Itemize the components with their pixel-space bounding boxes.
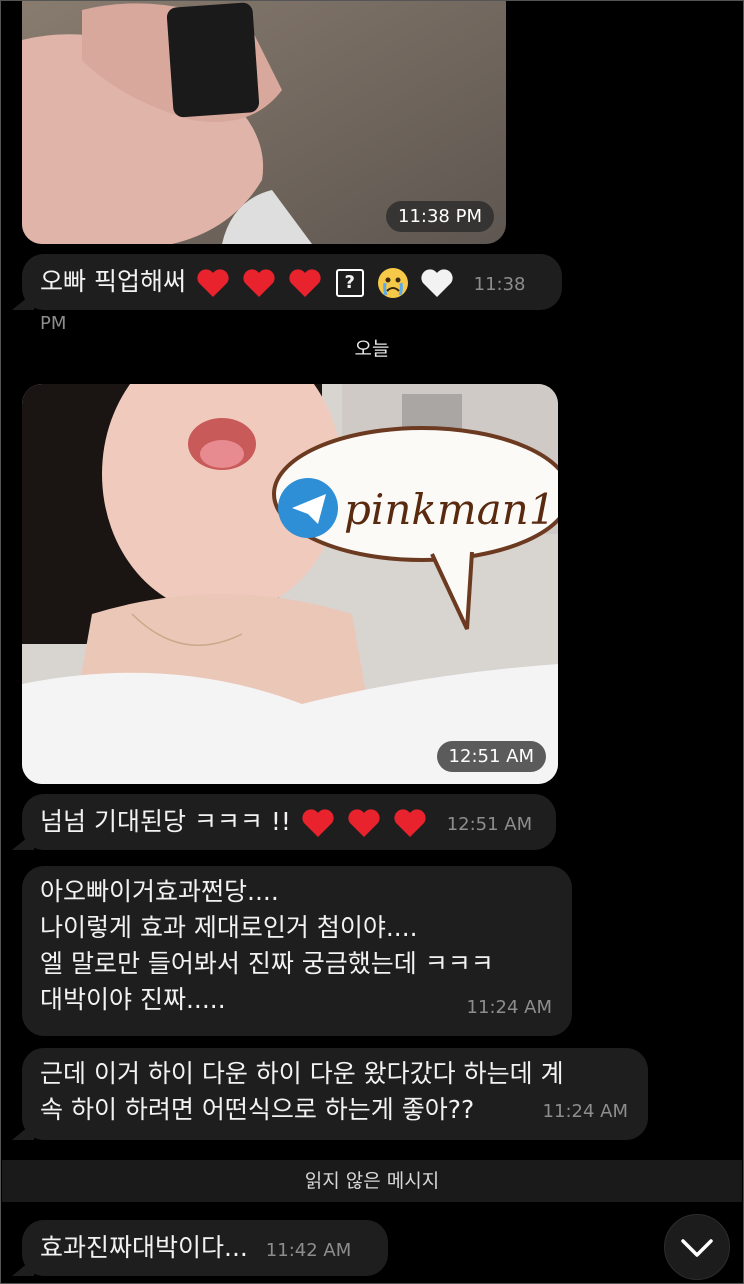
message-4-line-2: 속 하이 하려면 어떤식으로 하는게 좋아?? — [40, 1095, 475, 1124]
message-4-line-1: 근데 이거 하이 다운 하이 다운 왔다갔다 하는데 계 — [40, 1059, 564, 1088]
bubble-tail — [12, 292, 34, 310]
message-2-time: 12:51 AM — [446, 814, 533, 835]
message-5-text: 효과진짜대박이다... — [40, 1233, 248, 1262]
unread-messages-divider: 읽지 않은 메시지 — [2, 1160, 742, 1202]
red-heart-icon — [394, 809, 426, 837]
photo-2-time: 12:51 AM — [436, 741, 546, 772]
bubble-tail — [12, 1258, 34, 1276]
bubble-tail — [12, 1122, 34, 1140]
message-3-line-3: 엘 말로만 들어봐서 진짜 궁금했는데 ㅋㅋㅋ — [40, 949, 494, 978]
red-heart-icon — [289, 269, 321, 297]
message-3-line-2: 나이렇게 효과 제대로인거 첨이야.... — [40, 913, 418, 942]
message-bubble-1[interactable]: 오빠 픽업해써 ? 11:38 PM — [12, 254, 562, 334]
message-bubble-4[interactable]: 근데 이거 하이 다운 하이 다운 왔다갔다 하는데 계 속 하이 하려면 어떤… — [12, 1048, 648, 1140]
message-bubble-5[interactable]: 효과진짜대박이다... 11:42 AM — [12, 1220, 388, 1276]
photo-1-time: 11:38 PM — [386, 201, 494, 232]
message-3-line-1: 아오빠이거효과쩐당.... — [40, 877, 279, 906]
photo-2-image: pinkman114 — [22, 384, 558, 784]
white-heart-icon — [421, 269, 453, 297]
message-3-time: 11:24 AM — [466, 997, 552, 1018]
day-separator: 오늘 — [354, 338, 390, 360]
message-bubble-3[interactable]: 아오빠이거효과쩐당.... 나이렇게 효과 제대로인거 첨이야.... 엘 말로… — [22, 866, 572, 1036]
scroll-to-bottom-button[interactable] — [664, 1214, 730, 1280]
question-box-icon: ? — [335, 269, 364, 297]
message-bubble-2[interactable]: 넘넘 기대된당 ㅋㅋㅋ !! 12:51 AM — [12, 794, 556, 850]
photo-message-1[interactable]: 11:38 PM — [22, 0, 506, 244]
red-heart-icon — [302, 809, 334, 837]
message-2-text: 넘넘 기대된당 ㅋㅋㅋ !! — [40, 807, 291, 836]
crying-face-icon — [377, 268, 408, 298]
red-heart-icon — [243, 269, 275, 297]
red-heart-icon — [348, 809, 380, 837]
bubble-tail — [12, 832, 34, 850]
message-5-time: 11:42 AM — [265, 1240, 352, 1261]
chevron-down-icon — [681, 1239, 713, 1257]
photo-message-2[interactable]: pinkman114 12:51 AM — [22, 384, 558, 784]
message-1-text: 오빠 픽업해써 — [40, 267, 186, 296]
red-heart-icon — [197, 269, 229, 297]
message-4-time: 11:24 AM — [542, 1101, 628, 1122]
watermark-text: pinkman114 — [344, 485, 558, 534]
